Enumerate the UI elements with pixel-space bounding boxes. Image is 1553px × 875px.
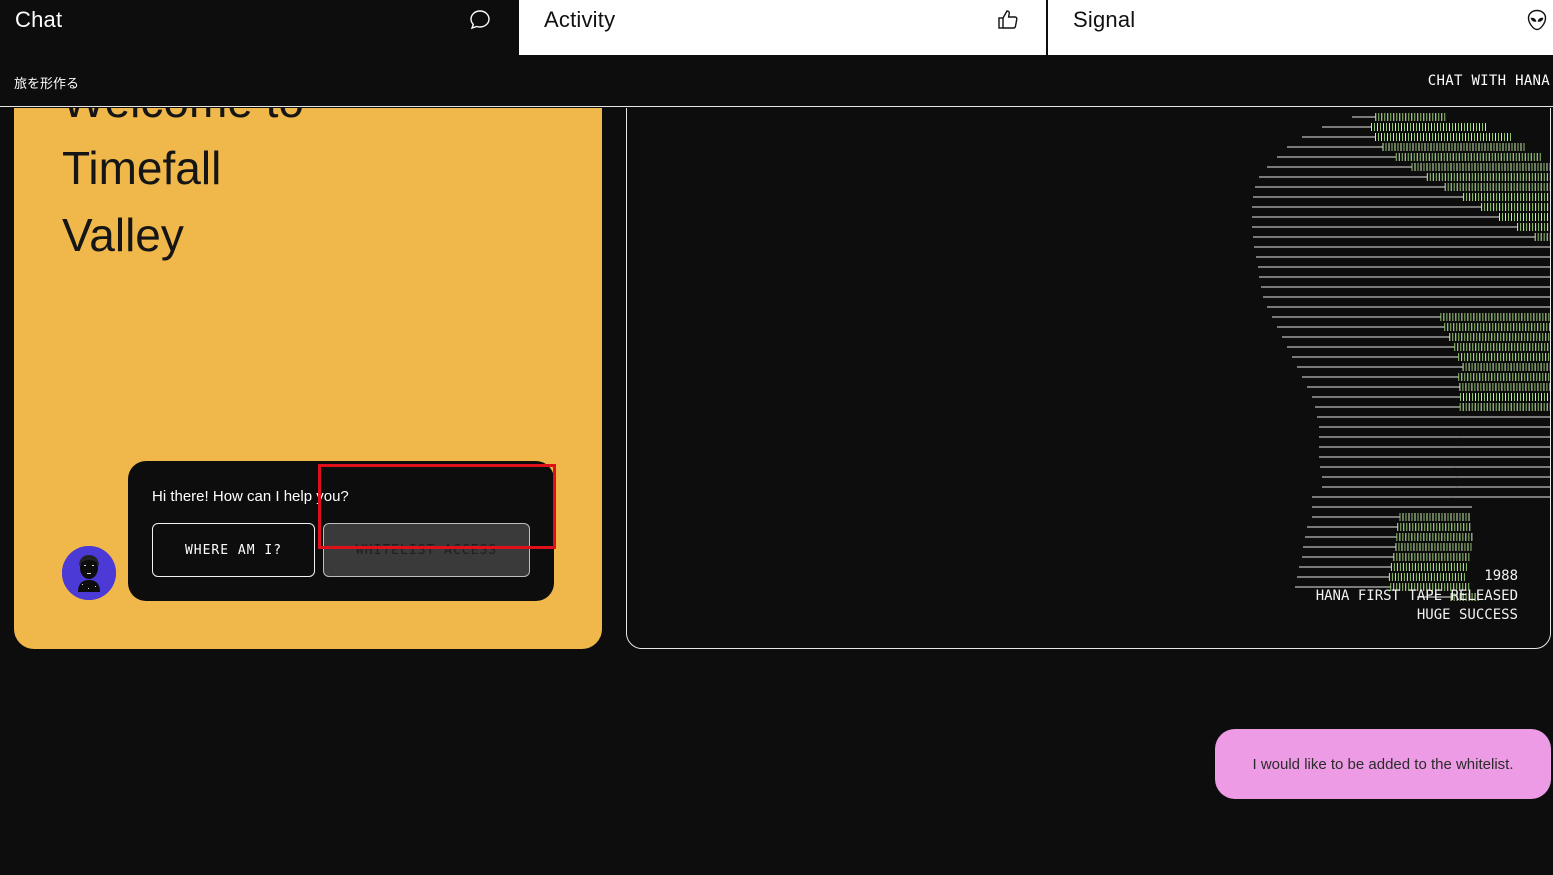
caption-result: HUGE SUCCESS	[1416, 607, 1518, 623]
caption-event: HANA FIRST TAPE RELEASED	[1315, 587, 1518, 604]
hero-card: Welcome to Timefall Valley Hi there! How…	[14, 108, 602, 649]
hero-heading: Welcome to Timefall Valley	[62, 108, 304, 269]
chat-bubble-icon	[468, 8, 492, 32]
header-strip: 旅を形作る CHAT WITH HANA	[0, 55, 1553, 107]
alien-icon	[1525, 8, 1549, 32]
tab-chat-label: Chat	[15, 7, 63, 32]
where-am-i-button[interactable]: WHERE AM I?	[152, 523, 315, 577]
hana-avatar-icon	[62, 546, 116, 600]
assistant-message: Hi there! How can I help you? WHERE AM I…	[128, 461, 554, 601]
hero-line-3: Valley	[62, 209, 184, 261]
tab-activity[interactable]: Activity	[519, 0, 1046, 55]
assistant-greeting: Hi there! How can I help you?	[152, 488, 349, 505]
tab-chat[interactable]: Chat	[0, 0, 517, 55]
ascii-portrait-card: 1988 HANA FIRST TAPE RELEASED HUGE SUCCE…	[626, 108, 1551, 649]
hero-line-1: Welcome to	[62, 108, 304, 135]
thumbs-up-icon	[996, 8, 1020, 32]
top-tab-bar: Chat Activity Signal	[0, 0, 1553, 55]
tagline: 旅を形作る	[14, 77, 80, 92]
whitelist-access-button[interactable]: WHITELIST ACCESS	[323, 523, 530, 577]
chat-with-hana-link[interactable]: CHAT WITH HANA	[1428, 73, 1550, 89]
user-message-text: I would like to be added to the whitelis…	[1252, 755, 1514, 773]
portrait-caption: 1988 HANA FIRST TAPE RELEASED HUGE SUCCE…	[1316, 567, 1518, 626]
user-message-bubble: I would like to be added to the whitelis…	[1215, 729, 1551, 799]
tab-signal[interactable]: Signal	[1048, 0, 1553, 55]
hero-line-2: Timefall	[62, 142, 222, 194]
caption-year: 1988	[1484, 568, 1518, 584]
main-area: Welcome to Timefall Valley Hi there! How…	[0, 108, 1553, 875]
tab-activity-label: Activity	[544, 7, 616, 32]
tab-signal-label: Signal	[1073, 7, 1136, 32]
